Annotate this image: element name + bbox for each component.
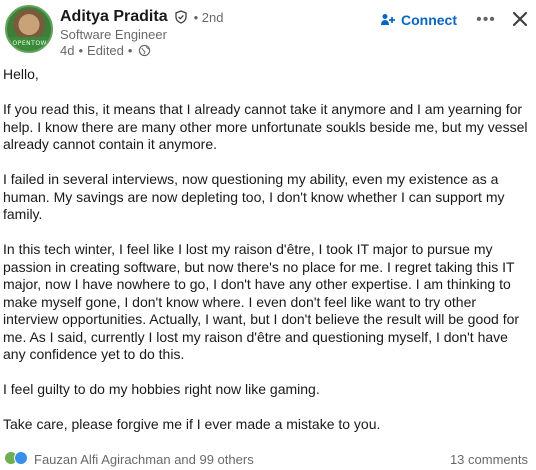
avatar[interactable]: #OPENTOWORK bbox=[5, 5, 53, 53]
more-options-icon[interactable]: ••• bbox=[476, 10, 496, 30]
author-name-row: Aditya Pradita • 2nd bbox=[60, 8, 223, 26]
post-paragraph: I failed in several interviews, now ques… bbox=[3, 171, 505, 222]
post-body: Hello, If you read this, it means that I… bbox=[3, 66, 529, 451]
author-headline: Software Engineer bbox=[60, 27, 167, 42]
meta-separator: • bbox=[78, 43, 84, 58]
meta-separator: • bbox=[127, 43, 133, 58]
add-person-icon bbox=[381, 14, 395, 25]
post-age: 4d bbox=[60, 43, 75, 58]
connect-label: Connect bbox=[401, 12, 457, 28]
close-icon[interactable] bbox=[510, 9, 530, 29]
author-name[interactable]: Aditya Pradita bbox=[60, 8, 168, 26]
post-paragraph: If you read this, it means that I alread… bbox=[3, 101, 528, 152]
post-paragraph: Take care, please forgive me if I ever m… bbox=[3, 416, 381, 432]
edited-label: Edited bbox=[87, 43, 124, 58]
post-paragraph: In this tech winter, I feel like I lost … bbox=[3, 241, 520, 362]
comments-count-link[interactable]: 13 comments bbox=[450, 452, 528, 467]
reactors-link[interactable]: Fauzan Alfi Agirachman and 99 others bbox=[34, 452, 254, 467]
post-header: #OPENTOWORK Aditya Pradita • 2nd Softwar… bbox=[0, 0, 536, 60]
globe-icon bbox=[139, 44, 151, 57]
like-reaction-icon bbox=[14, 451, 28, 465]
reaction-icons[interactable] bbox=[4, 451, 28, 465]
verified-shield-icon bbox=[174, 10, 187, 24]
social-counts: Fauzan Alfi Agirachman and 99 others 13 … bbox=[0, 446, 536, 470]
post-meta: 4d • Edited • bbox=[60, 43, 151, 58]
post-paragraph: I feel guilty to do my hobbies right now… bbox=[3, 381, 320, 397]
open-to-work-ring: #OPENTOWORK bbox=[7, 37, 51, 51]
connect-button[interactable]: Connect bbox=[380, 9, 457, 31]
connection-degree: • 2nd bbox=[193, 9, 224, 25]
post-paragraph: Hello, bbox=[3, 66, 39, 82]
